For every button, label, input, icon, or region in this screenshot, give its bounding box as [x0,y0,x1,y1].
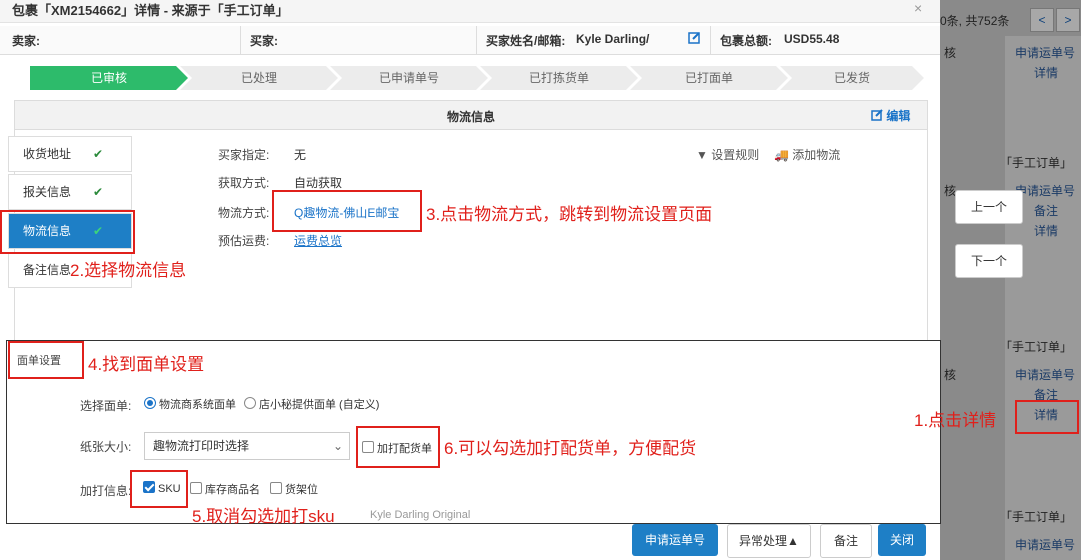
apply-tracking-link[interactable]: 申请运单号 [1015,44,1075,61]
step-tracking-applied: 已申请单号 [330,66,488,90]
panel-title: 物流信息 [446,110,495,124]
checkbox-label: 货架位 [285,484,318,496]
truck-icon: 🚚 [774,148,789,162]
highlight-face-sheet-tab [8,341,84,379]
annotation-4: 4.找到面单设置 [88,355,205,374]
check-icon: ✔ [93,147,104,161]
panel-header: 物流信息 编辑 [15,101,927,130]
obscured-text: Kyle Darling Original [370,509,471,521]
step-pick-list-printed: 已打拣货单 [480,66,638,90]
edit-button[interactable]: 编辑 [871,107,910,124]
buyer-name-label: 买家姓名/邮箱: [486,34,566,48]
detail-link[interactable]: 详情 [1034,64,1058,81]
divider [476,26,477,54]
annotation-2: 2.选择物流信息 [70,261,187,280]
modal-title: 包裹「XM2154662」详情 - 来源于「手工订单」 [12,3,289,18]
shipping-method-label: 物流方式: [218,206,270,220]
step-label-printed: 已打面单 [630,66,788,90]
annotation-1: 1.点击详情 [914,411,997,430]
highlight-pick-list [356,426,440,468]
divider [240,26,241,54]
buyer-specified-value: 无 [294,148,307,162]
estimated-fee-label: 预估运费: [218,234,270,248]
extra-print-label: 加打信息: [80,484,132,498]
tab-shipping-address[interactable]: 收货地址 ✔ [8,136,132,172]
paper-size-select[interactable]: 趣物流打印时选择 ⌄ [144,432,350,460]
set-rule-label: 设置规则 [711,148,760,162]
step-processed: 已处理 [180,66,338,90]
annotation-6: 6.可以勾选加打配货单，方便配货 [444,439,697,458]
highlight-detail [1015,400,1079,434]
tab-customs-info[interactable]: 报关信息 ✔ [8,174,132,210]
order-progress-steps: 已审核 已处理 已申请单号 已打拣货单 已打面单 已发货 [30,66,924,90]
edit-label: 编辑 [886,109,911,123]
prev-page-button[interactable]: < [1030,8,1054,32]
highlight-shipping-method [272,190,422,232]
package-total-label: 包裹总额: [720,34,772,48]
order-source-label: 「手工订单」 [1000,510,1073,524]
radio-unselected [244,397,256,409]
apply-tracking-link[interactable]: 申请运单号 [1015,536,1075,553]
modal-title-bar: 包裹「XM2154662」详情 - 来源于「手工订单」 × [0,0,940,23]
audit-status: 核 [944,46,957,60]
background-column [1005,36,1081,560]
edit-buyer-icon[interactable] [688,31,701,47]
checkbox-unchecked [270,482,282,494]
note-link[interactable]: 备注 [1034,202,1058,219]
select-face-label: 选择面单: [80,399,132,413]
annotation-5: 5.取消勾选加打sku [192,507,335,526]
next-item-button[interactable]: 下一个 [955,244,1023,278]
next-page-button[interactable]: > [1056,8,1080,32]
pagination-summary: 0条, 共752条 [940,14,1010,28]
option-label: 店小秘提供面单 (自定义) [259,399,380,411]
option-label: 物流商系统面单 [159,399,236,411]
tab-label: 报关信息 [23,185,72,199]
buyer-specified-label: 买家指定: [218,148,270,162]
package-total-value: USD55.48 [784,32,840,46]
annotation-3: 3.点击物流方式，跳转到物流设置页面 [426,205,713,224]
step-audited: 已审核 [30,66,188,90]
detail-link[interactable]: 详情 [1034,222,1058,239]
note-button[interactable]: 备注 [820,524,872,558]
chevron-down-icon: ⌄ [332,439,343,453]
filter-icon: ▼ [696,148,708,162]
checkbox-label: 库存商品名 [205,484,260,496]
fetch-method-label: 获取方式: [218,176,270,190]
order-source-label: 「手工订单」 [1000,340,1073,354]
apply-tracking-link[interactable]: 申请运单号 [1015,182,1075,199]
audit-status: 核 [944,368,957,382]
check-icon: ✔ [93,185,104,199]
highlight-sku [130,470,188,508]
fee-overview-link[interactable]: 运费总览 [294,232,342,249]
close-button[interactable]: 关闭 [878,524,926,556]
shelf-checkbox[interactable]: 货架位 [270,481,318,497]
order-source-label: 「手工订单」 [1000,156,1073,170]
stock-name-checkbox[interactable]: 库存商品名 [190,481,260,497]
set-rule-button[interactable]: ▼ 设置规则 [696,146,759,163]
apply-tracking-button[interactable]: 申请运单号 [632,524,718,556]
order-summary-row: 卖家: 买家: 买家姓名/邮箱: Kyle Darling/ 包裹总额: USD… [0,26,940,55]
step-shipped: 已发货 [780,66,924,90]
checkbox-unchecked [190,482,202,494]
paper-size-label: 纸张大小: [80,440,132,454]
prev-item-button[interactable]: 上一个 [955,190,1023,224]
fetch-method-value: 自动获取 [294,176,343,190]
add-logistics-label: 添加物流 [792,148,841,162]
apply-tracking-link[interactable]: 申请运单号 [1015,366,1075,383]
tab-label: 收货地址 [23,147,72,161]
tab-label: 备注信息 [23,263,72,277]
option-system-face[interactable]: 物流商系统面单 [144,396,236,412]
exception-handling-button[interactable]: 异常处理▲ [727,524,811,558]
seller-label: 卖家: [12,34,40,48]
radio-selected [144,397,156,409]
divider [710,26,711,54]
highlight-logistics-tab [0,210,135,254]
edit-icon [871,109,883,121]
buyer-label: 买家: [250,34,278,48]
buyer-name-value: Kyle Darling/ [576,32,650,46]
option-custom-face[interactable]: 店小秘提供面单 (自定义) [244,396,379,412]
close-icon[interactable]: × [914,0,922,16]
paper-size-value: 趣物流打印时选择 [153,439,250,453]
add-logistics-button[interactable]: 🚚 添加物流 [774,146,840,163]
